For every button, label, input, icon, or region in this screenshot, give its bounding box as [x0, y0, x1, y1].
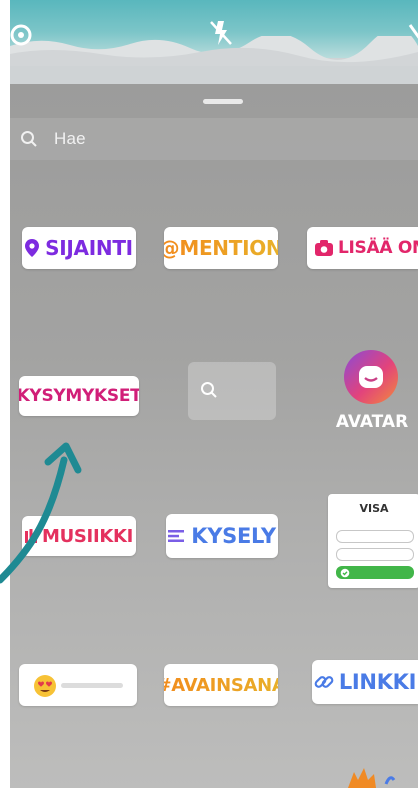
checkmark-icon [340, 568, 350, 577]
avatar-sticker-icon[interactable] [344, 350, 398, 404]
link-sticker[interactable]: LINKKI [312, 660, 418, 704]
hashtag-label: #AVAINSANA [164, 675, 278, 696]
sticker-tray-screen: Hae SIJAINTI @MENTION LISÄÄ OMA KYSYMYKS… [10, 0, 418, 788]
search-icon [20, 130, 38, 148]
quiz-option [336, 530, 414, 543]
add-yours-sticker[interactable]: LISÄÄ OMA [307, 227, 418, 269]
search-input[interactable]: Hae [54, 129, 86, 149]
heart-eyes-emoji-icon [33, 674, 57, 698]
location-sticker[interactable]: SIJAINTI [22, 227, 136, 269]
emoji-slider-sticker[interactable] [19, 664, 137, 706]
avatar-label: AVATAR [335, 412, 409, 432]
partial-sticker[interactable] [340, 766, 400, 788]
location-pin-icon [25, 239, 40, 257]
close-icon[interactable] [406, 18, 418, 48]
quiz-label: VISA [359, 502, 389, 515]
link-label: LINKKI [338, 670, 417, 694]
drawer-handle[interactable] [203, 99, 243, 104]
hashtag-sticker[interactable]: #AVAINSANA [164, 664, 278, 706]
link-icon [314, 672, 334, 692]
gif-search-sticker[interactable] [188, 362, 276, 420]
poll-lines-icon [168, 530, 185, 542]
mention-label: @MENTION [164, 236, 278, 260]
poll-sticker[interactable]: KYSELY [166, 514, 278, 558]
flash-off-icon[interactable] [204, 16, 238, 50]
search-icon [200, 381, 218, 399]
quiz-option-correct [336, 566, 414, 579]
quiz-sticker[interactable]: VISA [328, 494, 418, 588]
emoji-slider-track[interactable] [61, 683, 123, 688]
mention-sticker[interactable]: @MENTION [164, 227, 278, 269]
questions-label: KYSYMYKSET [19, 386, 139, 406]
settings-icon[interactable] [10, 18, 38, 52]
quiz-option [336, 548, 414, 561]
annotation-arrow-icon [0, 442, 82, 584]
sticker-search-bar[interactable]: Hae [10, 118, 418, 160]
location-label: SIJAINTI [45, 236, 133, 260]
add-yours-label: LISÄÄ OMA [338, 238, 418, 258]
poll-label: KYSELY [191, 524, 276, 548]
camera-icon [315, 240, 333, 256]
questions-sticker[interactable]: KYSYMYKSET [19, 376, 139, 416]
camera-preview [10, 0, 418, 84]
